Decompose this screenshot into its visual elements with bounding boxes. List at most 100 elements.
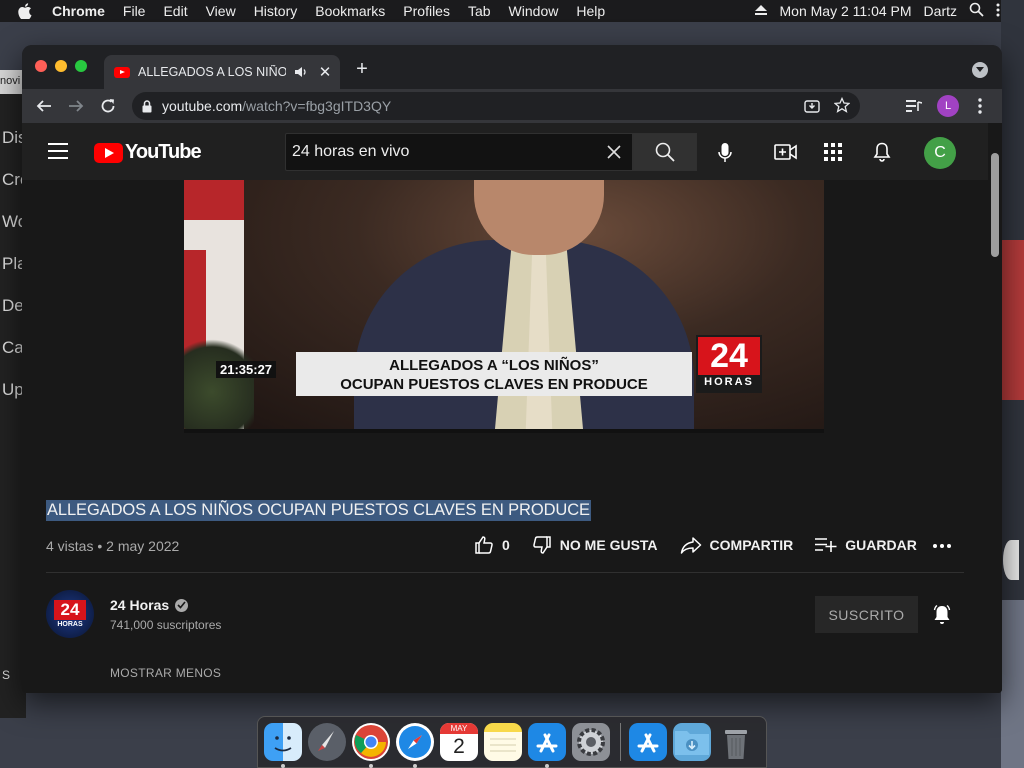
maximize-window-button[interactable] xyxy=(75,60,87,72)
subscribed-button[interactable]: SUSCRITO xyxy=(815,596,918,633)
divider xyxy=(46,572,964,573)
spotlight-search-icon[interactable] xyxy=(969,2,984,20)
more-actions-icon[interactable] xyxy=(930,541,954,551)
url-host: youtube.com xyxy=(162,98,243,114)
system-preferences-icon[interactable] xyxy=(572,723,610,761)
running-indicator xyxy=(281,764,285,768)
running-indicator xyxy=(369,764,373,768)
video-player[interactable]: 21:35:27 ALLEGADOS A “LOS NIÑOS” OCUPAN … xyxy=(184,180,824,433)
new-tab-button[interactable]: + xyxy=(350,59,374,79)
menu-profiles[interactable]: Profiles xyxy=(403,3,450,19)
youtube-page: YouTube 24 horas en vivo C 21:35:27 ALLE… xyxy=(22,123,1002,693)
running-indicator xyxy=(413,764,417,768)
youtube-masthead: YouTube 24 horas en vivo C xyxy=(22,123,988,180)
app-store-icon[interactable] xyxy=(528,723,566,768)
tab-strip: ALLEGADOS A LOS NIÑOS ✕ + xyxy=(22,45,1002,89)
channel-avatar[interactable]: 24 HORAS xyxy=(46,590,94,638)
save-label: GUARDAR xyxy=(845,537,917,553)
apps-grid-icon[interactable] xyxy=(820,140,846,164)
safari-icon[interactable] xyxy=(396,723,434,768)
channel-name: 24 Horas xyxy=(110,597,170,613)
channel-name-link[interactable]: 24 Horas xyxy=(110,597,189,613)
menu-edit[interactable]: Edit xyxy=(163,3,187,19)
tab-close-icon[interactable]: ✕ xyxy=(316,63,334,81)
launchpad-icon[interactable] xyxy=(308,723,346,761)
install-app-icon[interactable] xyxy=(804,98,820,117)
app-store-icon[interactable] xyxy=(629,723,667,761)
youtube-logo[interactable]: YouTube xyxy=(94,141,202,164)
menu-bookmarks[interactable]: Bookmarks xyxy=(315,3,385,19)
dislike-button[interactable]: NO ME GUSTA xyxy=(532,535,658,555)
menu-user[interactable]: Dartz xyxy=(924,3,957,19)
notification-bell-icon[interactable] xyxy=(930,603,954,627)
chrome-menu-icon[interactable] xyxy=(968,94,992,118)
menu-help[interactable]: Help xyxy=(576,3,605,19)
youtube-play-icon xyxy=(94,142,123,163)
share-button[interactable]: COMPARTIR xyxy=(680,536,793,554)
browser-toolbar: youtube.com/watch?v=fbg3gITD3QY L xyxy=(22,89,1002,123)
menu-app-name[interactable]: Chrome xyxy=(52,3,105,19)
save-to-playlist-button[interactable]: GUARDAR xyxy=(815,537,917,553)
youtube-favicon-icon xyxy=(114,66,130,78)
clear-search-icon[interactable] xyxy=(604,142,624,162)
bookmark-star-icon[interactable] xyxy=(833,96,851,116)
plant-image xyxy=(184,330,254,433)
playlist-add-icon xyxy=(815,538,837,552)
calendar-icon[interactable]: MAY 2 xyxy=(440,723,478,761)
channel-logo-number: 24 xyxy=(698,337,760,375)
menu-window[interactable]: Window xyxy=(509,3,559,19)
dock-separator xyxy=(620,723,621,761)
create-video-icon[interactable] xyxy=(773,140,799,164)
menu-clock[interactable]: Mon May 2 11:04 PM xyxy=(780,3,912,19)
browser-tab-active[interactable]: ALLEGADOS A LOS NIÑOS ✕ xyxy=(104,55,340,89)
page-scrollbar[interactable] xyxy=(988,123,1002,693)
menu-view[interactable]: View xyxy=(206,3,236,19)
show-less-link[interactable]: MOSTRAR MENOS xyxy=(110,666,221,680)
menu-file[interactable]: File xyxy=(123,3,146,19)
back-arrow-icon[interactable] xyxy=(32,94,56,118)
menu-tab[interactable]: Tab xyxy=(468,3,491,19)
background-window-item: De xyxy=(2,296,24,315)
tab-search-button[interactable] xyxy=(972,62,988,78)
channel-avatar-word: HORAS xyxy=(57,621,83,628)
downloads-folder-icon[interactable] xyxy=(673,723,711,761)
hamburger-menu-icon[interactable] xyxy=(48,143,68,159)
close-window-button[interactable] xyxy=(35,60,47,72)
search-input[interactable]: 24 horas en vivo xyxy=(285,133,633,171)
menu-history[interactable]: History xyxy=(254,3,298,19)
video-title: ALLEGADOS A LOS NIÑOS OCUPAN PUESTOS CLA… xyxy=(46,500,591,521)
notes-icon[interactable] xyxy=(484,723,522,761)
trash-icon[interactable] xyxy=(717,723,755,761)
media-control-icon[interactable] xyxy=(902,94,926,118)
minimize-window-button[interactable] xyxy=(55,60,67,72)
chrome-icon[interactable] xyxy=(352,723,390,768)
calendar-month: MAY xyxy=(440,723,478,734)
lock-icon[interactable] xyxy=(142,99,152,113)
address-bar[interactable]: youtube.com/watch?v=fbg3gITD3QY xyxy=(132,92,860,120)
channel-logo-overlay: 24 HORAS xyxy=(696,335,762,393)
search-button[interactable] xyxy=(633,133,697,171)
video-bottom-edge xyxy=(184,429,824,433)
search-icon xyxy=(655,142,675,162)
share-arrow-icon xyxy=(680,537,701,554)
notifications-bell-icon[interactable] xyxy=(869,140,895,164)
chrome-profile-avatar[interactable]: L xyxy=(937,95,959,117)
macos-dock: MAY 2 xyxy=(257,716,767,768)
scrollbar-thumb[interactable] xyxy=(991,153,999,257)
reload-icon[interactable] xyxy=(96,94,120,118)
apple-icon[interactable] xyxy=(18,3,38,19)
like-button[interactable]: 0 xyxy=(474,535,510,555)
youtube-wordmark: YouTube xyxy=(125,141,202,163)
channel-logo-word: HORAS xyxy=(704,376,754,388)
background-window-footer: S xyxy=(2,668,11,682)
tab-audio-icon[interactable] xyxy=(294,66,308,78)
forward-arrow-icon[interactable] xyxy=(64,94,88,118)
eject-icon[interactable] xyxy=(754,3,768,19)
calendar-day: 2 xyxy=(453,735,465,758)
background-window-item: Up xyxy=(2,380,24,399)
user-avatar[interactable]: C xyxy=(924,137,956,169)
finder-icon[interactable] xyxy=(264,723,302,768)
url-path: /watch?v=fbg3gITD3QY xyxy=(242,98,392,114)
voice-search-mic-icon[interactable] xyxy=(712,140,738,166)
search-query: 24 horas en vivo xyxy=(292,143,410,160)
